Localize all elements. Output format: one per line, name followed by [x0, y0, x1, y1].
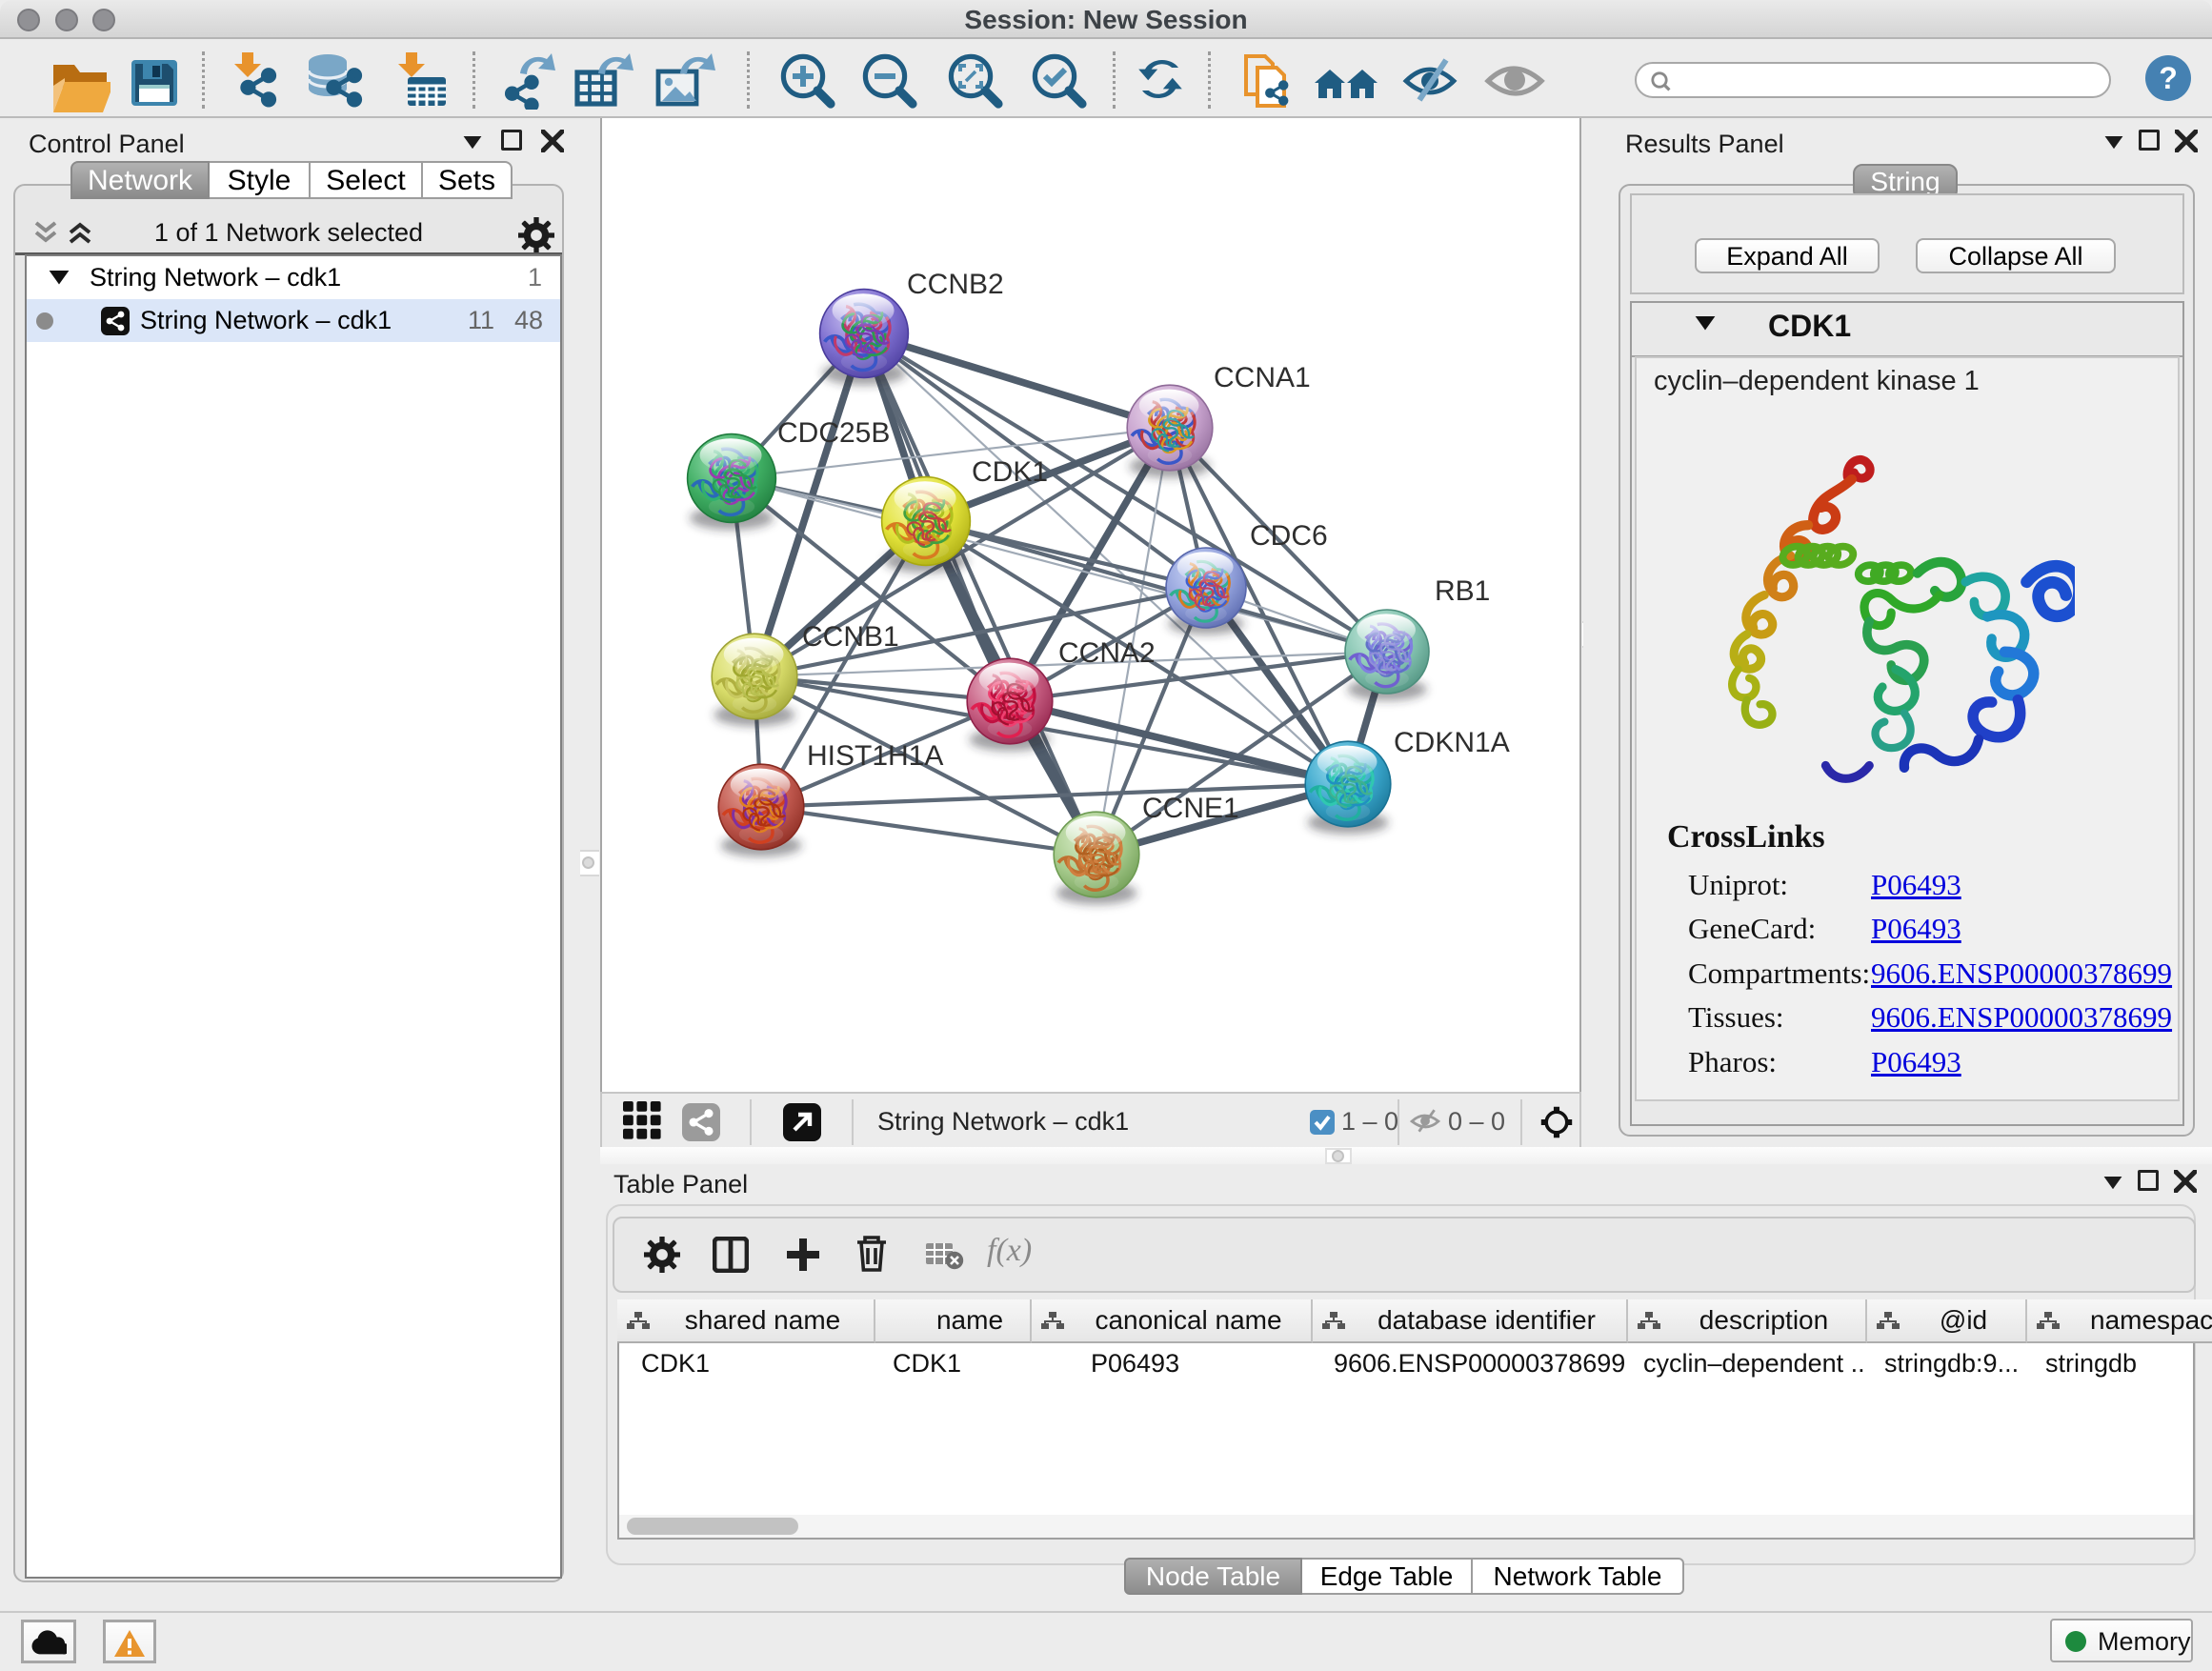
svg-text:RB1: RB1: [1435, 575, 1490, 607]
svg-text:CCNB2: CCNB2: [907, 269, 1004, 300]
svg-text:HIST1H1A: HIST1H1A: [807, 740, 943, 772]
svg-text:CDK1: CDK1: [972, 456, 1048, 488]
svg-text:CCNA2: CCNA2: [1058, 637, 1156, 669]
svg-text:CDKN1A: CDKN1A: [1394, 727, 1510, 758]
svg-text:CCNE1: CCNE1: [1142, 793, 1239, 824]
svg-text:CDC25B: CDC25B: [777, 417, 890, 449]
svg-text:CCNA1: CCNA1: [1214, 362, 1311, 393]
svg-text:CCNB1: CCNB1: [802, 621, 899, 653]
svg-text:CDC6: CDC6: [1250, 520, 1328, 552]
